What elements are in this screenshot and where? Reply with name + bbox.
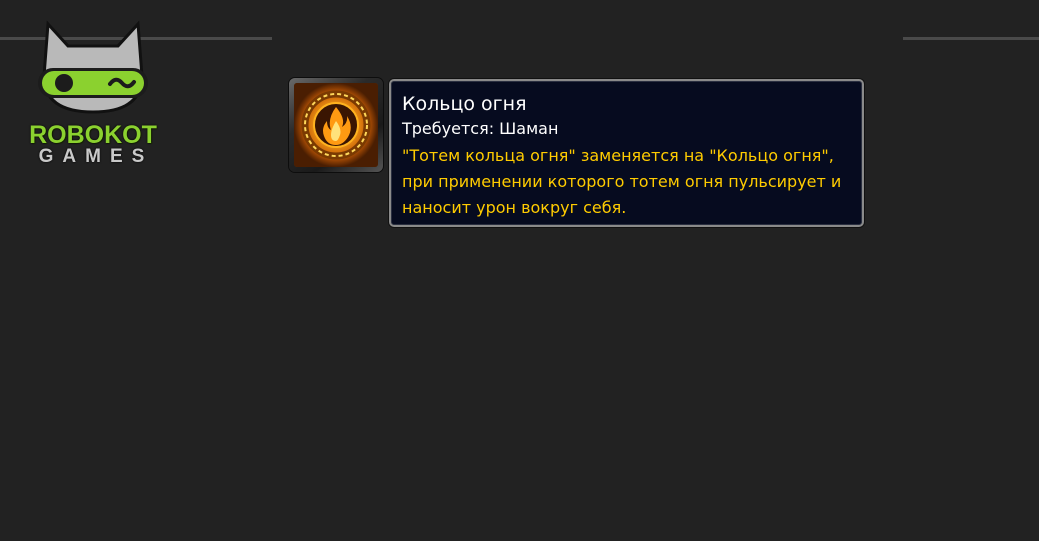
divider-right [903, 37, 1039, 40]
page: ROBOKOT GAMES Кольцо огня Требуется: Шам… [0, 0, 1039, 541]
robokot-logo: ROBOKOT GAMES [18, 16, 168, 166]
logo-wordmark-top: ROBOKOT [29, 121, 157, 149]
spell-tooltip: Кольцо огня Требуется: Шаман "Тотем коль… [389, 79, 864, 227]
tooltip-title: Кольцо огня [402, 93, 527, 115]
spell-icon-frame[interactable] [289, 78, 383, 172]
robot-cat-icon [38, 20, 148, 114]
tooltip-requirement: Требуется: Шаман [402, 119, 559, 138]
fire-ring-icon [294, 83, 378, 167]
tooltip-description: "Тотем кольца огня" заменяется на "Кольц… [402, 146, 842, 217]
logo-wordmark-bottom: GAMES [38, 146, 154, 167]
